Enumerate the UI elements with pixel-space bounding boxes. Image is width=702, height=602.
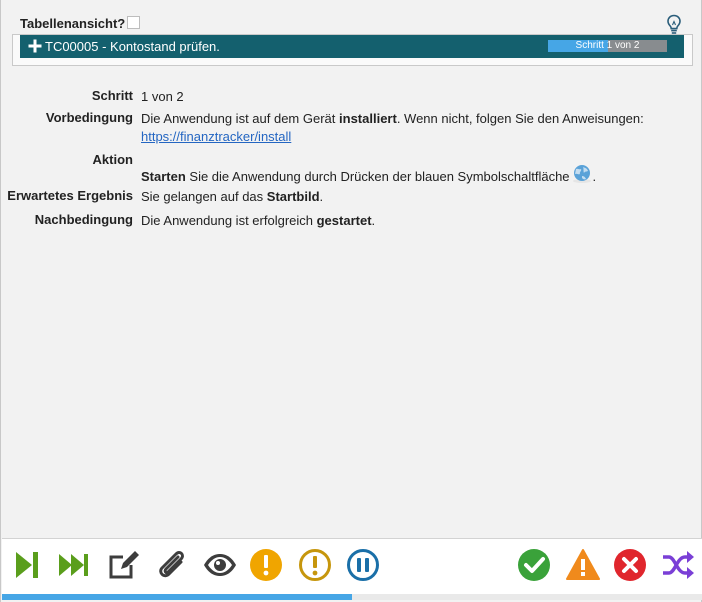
test-runner-window: Tabellenansicht? TC00005 - Kontostand pr… [0,0,702,602]
paperclip-icon[interactable] [155,548,189,582]
globe-icon [572,165,591,183]
shuffle-icon[interactable] [661,548,695,582]
aktion-end: . [592,169,597,184]
test-case-title: TC00005 - Kontostand prüfen. [45,39,220,54]
vorbedingung-label: Vorbedingung [45,110,133,125]
step-progress-label: Schritt 1 von 2 [575,40,640,51]
vorbedingung-text: Die Anwendung ist auf dem Gerät [141,111,340,126]
aktion-value: Starten Sie die Anwendung durch Drücken … [141,164,681,186]
warning-circle-icon[interactable] [249,548,283,582]
plus-icon[interactable] [28,39,42,53]
table-view-checkbox[interactable] [127,16,140,29]
lightbulb-icon[interactable] [666,14,682,36]
erwartet-label: Erwartetes Ergebnis [7,188,133,203]
check-icon[interactable] [517,548,551,582]
action-toolbar [2,538,702,594]
step-forward-icon[interactable] [10,548,44,582]
aktion-bold: Starten [141,169,186,184]
vorbedingung-bold: installiert [339,111,397,126]
eye-icon[interactable] [203,548,237,582]
warning-triangle-icon[interactable] [566,548,600,582]
schritt-value: 1 von 2 [141,89,184,104]
erwartet-value: Sie gelangen auf das Startbild. [141,188,681,206]
nachbedingung-text: Die Anwendung ist erfolgreich [141,213,317,228]
overall-progress-fill [2,594,352,600]
nachbedingung-label: Nachbedingung [34,212,133,227]
test-case-header[interactable]: TC00005 - Kontostand prüfen. Schritt 1 v… [20,35,684,58]
edit-icon[interactable] [107,548,141,582]
fast-forward-icon[interactable] [57,548,91,582]
aktion-label: Aktion [92,152,133,167]
table-view-row: Tabellenansicht? [20,14,690,36]
fail-icon[interactable] [613,548,647,582]
erwartet-bold: Startbild [266,189,320,204]
table-view-label: Tabellenansicht? [20,16,126,31]
step-progress-bar: Schritt 1 von 2 [548,40,667,52]
schritt-label: Schritt [91,88,133,103]
aktion-text: Sie die Anwendung durch Drücken der blau… [185,169,570,184]
overall-progress-bar [2,594,702,600]
install-link[interactable]: https://finanztracker/install [141,129,291,144]
vorbedingung-value: Die Anwendung ist auf dem Gerät installi… [141,110,681,146]
nachbedingung-end: . [371,213,376,228]
erwartet-end: . [319,189,324,204]
pause-icon[interactable] [346,548,380,582]
nachbedingung-bold: gestartet [316,213,372,228]
erwartet-text: Sie gelangen auf das [141,189,267,204]
vorbedingung-text-2: . Wenn nicht, folgen Sie den Anweisungen… [396,111,644,126]
warning-circle-outline-icon[interactable] [298,548,332,582]
nachbedingung-value: Die Anwendung ist erfolgreich gestartet. [141,212,681,230]
